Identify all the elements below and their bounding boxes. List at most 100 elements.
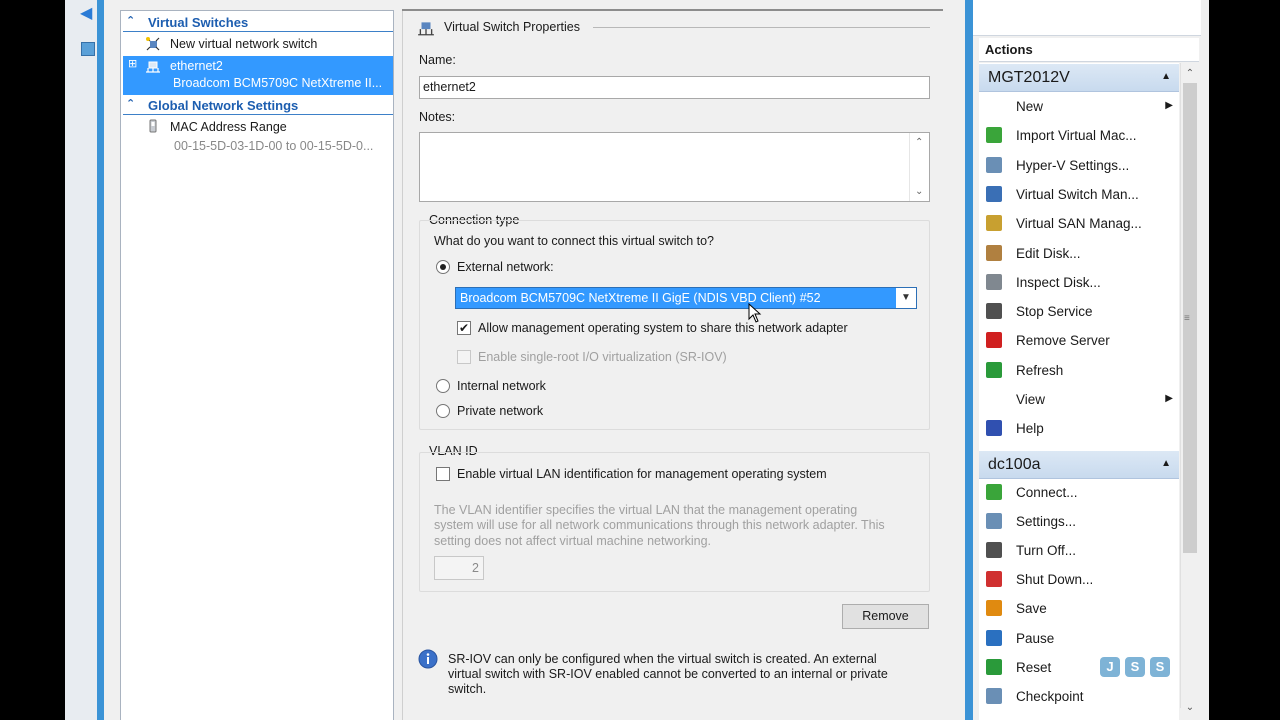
action-item[interactable]: Stop Service: [979, 299, 1179, 325]
collapse-triangle-icon[interactable]: ▲: [1161, 458, 1171, 469]
switch-name: ethernet2: [170, 59, 223, 73]
actions-header: Actions: [979, 38, 1199, 62]
scroll-down-icon[interactable]: ⌄: [915, 186, 923, 197]
notes-field[interactable]: ⌃ ⌄: [419, 132, 930, 202]
sriov-label: Enable single-root I/O virtualization (S…: [478, 350, 727, 364]
internal-network-radio[interactable]: [436, 379, 450, 393]
collapse-chevron-icon[interactable]: ⌃: [126, 97, 135, 110]
vlan-enable-checkbox[interactable]: [436, 467, 450, 481]
import-icon: [986, 127, 1002, 144]
sriov-checkbox[interactable]: [457, 350, 471, 364]
back-arrow-icon[interactable]: ◀: [80, 4, 96, 24]
tree-item-new-switch[interactable]: New virtual network switch: [123, 35, 393, 55]
edit-disk-icon: [986, 244, 1002, 261]
allow-management-checkbox[interactable]: ✔: [457, 321, 471, 335]
action-group-dc100a[interactable]: dc100a ▲: [979, 451, 1179, 479]
scroll-down-icon[interactable]: ⌄: [1182, 700, 1198, 716]
checkpoint-icon: [986, 687, 1002, 704]
tree-item-label: New virtual network switch: [170, 37, 318, 51]
action-item[interactable]: Turn Off...: [979, 538, 1179, 564]
tree-item-mac-address-range[interactable]: MAC Address Range 00-15-5D-03-1D-00 to 0…: [123, 118, 393, 158]
collapse-chevron-icon[interactable]: ⌃: [126, 14, 135, 27]
action-item[interactable]: Refresh: [979, 358, 1179, 384]
action-item[interactable]: Import Virtual Mac...: [979, 123, 1179, 149]
tree-section-global-network-settings[interactable]: ⌃ Global Network Settings: [123, 95, 393, 115]
action-item[interactable]: Help: [979, 416, 1179, 442]
info-text-line: virtual switch with SR-IOV enabled canno…: [448, 667, 888, 681]
action-label: Reset: [1016, 659, 1052, 675]
action-item[interactable]: Shut Down...: [979, 567, 1179, 593]
scroll-up-icon[interactable]: ⌃: [1182, 66, 1198, 82]
external-network-label: External network:: [457, 260, 554, 274]
action-label: Turn Off...: [1016, 543, 1077, 559]
tree-item-label: MAC Address Range: [170, 120, 287, 134]
expand-plus-icon[interactable]: ⊞: [128, 57, 137, 70]
watermark-letter: J: [1100, 657, 1120, 677]
action-label: Connect...: [1016, 485, 1078, 500]
action-item[interactable]: Inspect Disk...: [979, 270, 1179, 296]
action-label: Remove Server: [1016, 333, 1110, 349]
private-network-radio[interactable]: [436, 404, 450, 418]
mouse-cursor-icon: [748, 303, 762, 323]
action-group-title: MGT2012V: [988, 69, 1070, 86]
action-label: Save: [1016, 601, 1047, 617]
action-item[interactable]: View ▶: [979, 387, 1179, 413]
tree-item-ethernet2[interactable]: ⊞ ethernet2 Broadcom BCM5709C NetXtreme …: [123, 56, 393, 95]
chevron-down-icon[interactable]: ▼: [896, 288, 916, 308]
action-item[interactable]: Connect...: [979, 480, 1179, 506]
shutdown-icon: [986, 571, 1002, 588]
switch-tree-pane: ⌃ Virtual Switches New virtual network s…: [120, 10, 394, 720]
tree-section-virtual-switches[interactable]: ⌃ Virtual Switches: [123, 12, 393, 32]
actions-scrollbar[interactable]: ⌃ ≡ ⌄: [1180, 63, 1198, 713]
mac-range-value: 00-15-5D-03-1D-00 to 00-15-5D-0...: [174, 139, 374, 153]
properties-title: Virtual Switch Properties: [444, 20, 580, 34]
action-item[interactable]: Edit Disk...: [979, 241, 1179, 267]
vlan-description-line: The VLAN identifier specifies the virtua…: [434, 503, 858, 517]
action-group-mgt2012v[interactable]: MGT2012V ▲: [979, 64, 1179, 92]
external-network-radio[interactable]: [436, 260, 450, 274]
help-icon: [986, 420, 1002, 437]
new-switch-icon: [146, 37, 160, 51]
action-item[interactable]: Save: [979, 596, 1179, 622]
vlan-description-line: setting does not affect virtual machine …: [434, 534, 712, 548]
grid-icon: [81, 42, 95, 56]
info-icon: [418, 649, 438, 669]
vlan-id-field[interactable]: 2: [434, 556, 484, 580]
action-item[interactable]: Hyper-V Settings...: [979, 153, 1179, 179]
tree-section-label: Global Network Settings: [148, 98, 299, 113]
action-item[interactable]: Pause: [979, 626, 1179, 652]
action-label: Stop Service: [1016, 304, 1093, 320]
action-label: Edit Disk...: [1016, 245, 1081, 261]
network-switch-icon: [146, 61, 160, 73]
action-label: Virtual SAN Manag...: [1016, 216, 1142, 232]
connect-icon: [986, 484, 1002, 500]
dialog-right-border: [965, 0, 973, 720]
collapse-triangle-icon[interactable]: ▲: [1161, 71, 1171, 82]
mac-address-icon: [149, 119, 157, 133]
action-item[interactable]: Settings...: [979, 509, 1179, 535]
notes-scrollbar[interactable]: ⌃ ⌄: [909, 133, 929, 201]
settings-icon: [986, 513, 1002, 530]
action-item[interactable]: Remove Server: [979, 328, 1179, 354]
scroll-up-icon[interactable]: ⌃: [915, 137, 923, 148]
internal-network-label: Internal network: [457, 379, 546, 393]
properties-top-border: [402, 9, 944, 11]
name-field[interactable]: ethernet2: [419, 76, 930, 99]
external-adapter-select[interactable]: Broadcom BCM5709C NetXtreme II GigE (NDI…: [455, 287, 917, 309]
action-item[interactable]: Checkpoint: [979, 684, 1179, 710]
action-item[interactable]: Virtual Switch Man...: [979, 182, 1179, 208]
name-field-value: ethernet2: [423, 80, 476, 94]
action-item[interactable]: New ▶: [979, 94, 1179, 120]
info-text-line: SR-IOV can only be configured when the v…: [448, 652, 877, 666]
remove-button[interactable]: Remove: [842, 604, 929, 629]
settings-icon: [986, 156, 1002, 173]
selected-adapter: Broadcom BCM5709C NetXtreme II GigE (NDI…: [460, 291, 821, 305]
watermark-letter: S: [1150, 657, 1170, 677]
private-network-label: Private network: [457, 404, 544, 418]
notes-label: Notes:: [419, 110, 456, 124]
stop-icon: [986, 303, 1002, 320]
tree-section-label: Virtual Switches: [148, 15, 249, 30]
actions-top-area: [973, 0, 1201, 36]
action-item[interactable]: Virtual SAN Manag...: [979, 211, 1179, 237]
reset-icon: [986, 658, 1002, 675]
